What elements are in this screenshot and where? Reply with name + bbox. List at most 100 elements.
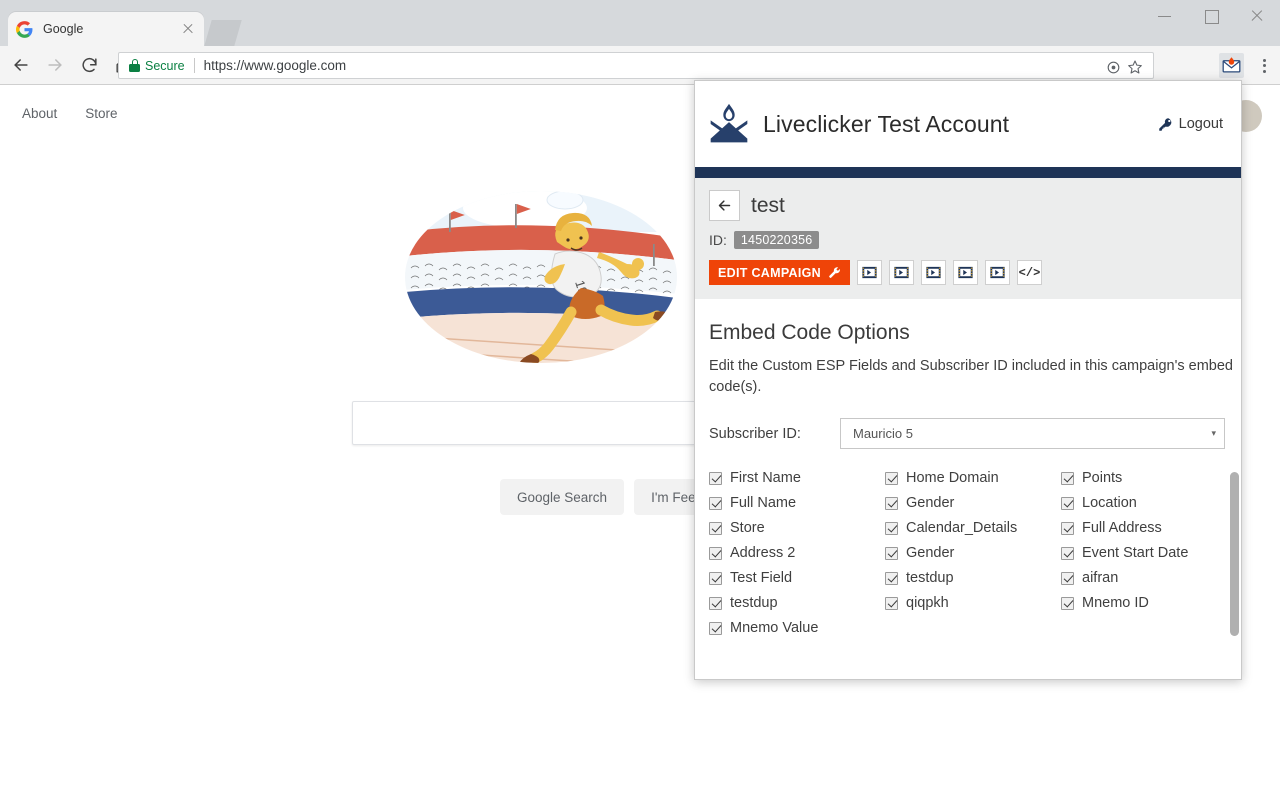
google-doodle-runner-stadium[interactable]: 1912 [405,186,677,368]
checkbox-icon[interactable] [709,546,722,560]
esp-field-label: Gender [906,545,955,562]
checkbox-icon[interactable] [709,621,722,635]
esp-field-label: Address 2 [730,545,796,562]
esp-field-checkbox-item[interactable]: Test Field [709,570,885,586]
checkbox-icon[interactable] [709,521,722,535]
account-title: Liveclicker Test Account [763,110,1010,137]
chrome-menu-icon[interactable] [1255,53,1273,78]
url-text: https://www.google.com [203,58,347,73]
esp-field-label: Store [730,520,765,537]
video-embed-icon-5[interactable] [984,260,1010,285]
checkbox-icon[interactable] [885,521,898,535]
logout-button[interactable]: Logout [1158,116,1223,132]
video-embed-icon-2[interactable] [888,260,914,285]
brand-divider-bar [695,167,1241,178]
wrench-icon [829,267,840,278]
esp-field-label: Mnemo Value [730,620,819,637]
checkbox-icon[interactable] [885,546,898,560]
esp-field-checkbox-item[interactable]: First Name [709,470,885,486]
esp-field-checkbox-item[interactable]: Mnemo ID [1061,595,1221,611]
browser-tab-google[interactable]: Google [8,12,204,46]
esp-field-label: Location [1082,495,1137,512]
video-embed-icon-1[interactable] [856,260,882,285]
popup-header: Liveclicker Test Account Logout [695,81,1241,167]
esp-field-checkbox-item[interactable]: Mnemo Value [709,620,885,636]
esp-field-checkbox-item[interactable]: Full Name [709,495,885,511]
esp-field-label: First Name [730,470,801,487]
video-embed-icon-4[interactable] [952,260,978,285]
maximize-icon[interactable] [1188,0,1234,32]
checkbox-icon[interactable] [709,571,722,585]
esp-field-label: Full Address [1082,520,1162,537]
esp-field-checkbox-item[interactable]: Location [1061,495,1221,511]
window-controls [1142,0,1280,46]
esp-field-checkbox-item[interactable]: Address 2 [709,545,885,561]
new-tab-button[interactable] [204,20,242,46]
liveclicker-extension-popup: Liveclicker Test Account Logout test ID:… [694,80,1242,680]
video-embed-icon-3[interactable] [920,260,946,285]
nav-link-about[interactable]: About [22,106,57,121]
esp-field-checkbox-item[interactable]: Gender [885,495,1061,511]
esp-field-checkbox-item[interactable]: Points [1061,470,1221,486]
minimize-icon[interactable] [1142,0,1188,32]
checkbox-icon[interactable] [1061,521,1074,535]
esp-field-label: aifran [1082,570,1119,587]
esp-field-checkbox-item[interactable]: aifran [1061,570,1221,586]
checkbox-icon[interactable] [1061,596,1074,610]
forward-arrow-icon[interactable] [41,51,69,79]
edit-campaign-label: EDIT CAMPAIGN [718,265,821,280]
edit-campaign-button[interactable]: EDIT CAMPAIGN [709,260,850,285]
liveclicker-extension-icon[interactable] [1219,53,1244,78]
reload-icon[interactable] [75,51,103,79]
checkbox-icon[interactable] [709,471,722,485]
checkbox-icon[interactable] [1061,471,1074,485]
esp-field-checkbox-item[interactable]: qiqpkh [885,595,1061,611]
esp-field-checkbox-item[interactable]: Store [709,520,885,536]
scrollbar-track[interactable] [1230,470,1239,679]
esp-field-checkbox-item[interactable]: Full Address [1061,520,1221,536]
code-embed-icon[interactable]: </> [1016,260,1042,285]
checkbox-icon[interactable] [885,596,898,610]
google-search-button[interactable]: Google Search [500,479,625,515]
esp-field-checkbox-item[interactable]: testdup [885,570,1061,586]
subscriber-id-select[interactable]: Mauricio 5 ▾ [840,418,1225,450]
tab-title: Google [43,22,84,36]
back-button[interactable] [709,190,740,221]
checkbox-icon[interactable] [885,471,898,485]
esp-fields-scroll-area: First Name Home Domain Points Full Name Gend… [709,470,1241,679]
esp-fields-grid: First Name Home Domain Points Full Name Gend… [709,470,1223,636]
logout-label: Logout [1178,116,1223,132]
esp-field-label: Points [1082,470,1123,487]
google-top-nav: About Store [22,106,118,121]
embed-code-options-section: Embed Code Options Edit the Custom ESP F… [695,299,1241,679]
scrollbar-thumb[interactable] [1230,472,1239,637]
address-bar[interactable]: Secure https://www.google.com [118,52,1154,79]
esp-field-checkbox-item[interactable]: Calendar_Details [885,520,1061,536]
browser-window: Google Secure https://www.google.com Abo… [0,0,1280,800]
google-g-icon [16,20,33,38]
star-icon[interactable] [1125,57,1145,77]
subscriber-id-label: Subscriber ID: [709,425,801,442]
checkbox-icon[interactable] [885,571,898,585]
target-icon[interactable] [1103,57,1123,77]
checkbox-icon[interactable] [709,596,722,610]
back-arrow-icon[interactable] [7,51,35,79]
section-description: Edit the Custom ESP Fields and Subscribe… [709,358,1233,396]
esp-field-checkbox-item[interactable]: Gender [885,545,1061,561]
close-icon[interactable] [180,21,196,37]
checkbox-icon[interactable] [1061,496,1074,510]
subscriber-id-row: Subscriber ID: Mauricio 5 ▾ [709,418,1241,450]
campaign-actions: EDIT CAMPAIGN </> [709,260,1223,285]
nav-link-store[interactable]: Store [85,106,117,121]
chevron-down-icon: ▾ [1211,428,1216,439]
campaign-header: test ID: 1450220356 EDIT CAMPAIGN </> [695,178,1241,299]
esp-field-checkbox-item[interactable]: Home Domain [885,470,1061,486]
window-close-icon[interactable] [1234,0,1280,32]
esp-field-checkbox-item[interactable]: Event Start Date [1061,545,1221,561]
checkbox-icon[interactable] [885,496,898,510]
checkbox-icon[interactable] [709,496,722,510]
esp-field-checkbox-item[interactable]: testdup [709,595,885,611]
campaign-id-label: ID: [709,232,727,248]
checkbox-icon[interactable] [1061,546,1074,560]
checkbox-icon[interactable] [1061,571,1074,585]
